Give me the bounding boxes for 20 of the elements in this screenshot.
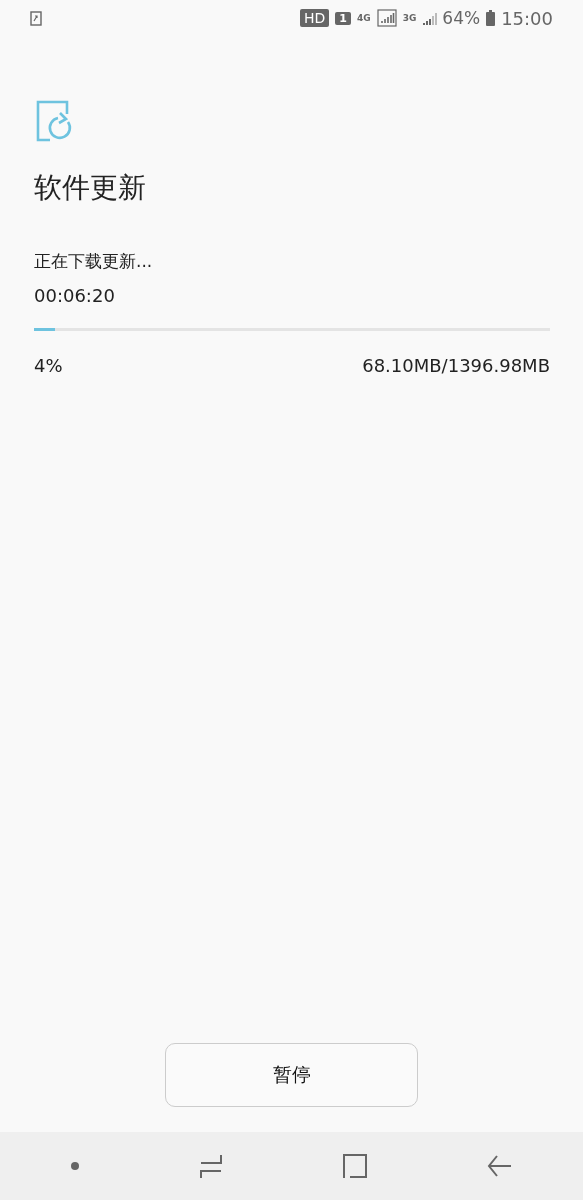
clock: 15:00	[501, 7, 553, 29]
signal-icon	[422, 10, 439, 26]
sim-badge: 1	[335, 11, 351, 25]
network-label: 4G	[357, 13, 371, 23]
home-icon[interactable]	[342, 1153, 369, 1179]
recent-apps-icon[interactable]	[198, 1153, 223, 1179]
screen-rotate-icon	[30, 10, 42, 26]
page-title: 软件更新	[34, 170, 147, 206]
download-size: 68.10MB/1396.98MB	[362, 355, 550, 376]
progress-percent: 4%	[34, 355, 63, 376]
back-icon[interactable]	[487, 1153, 514, 1179]
signal-icon	[376, 9, 397, 27]
dot-icon[interactable]	[69, 1161, 80, 1171]
battery-percent: 64%	[442, 8, 481, 28]
elapsed-time: 00:06:20	[34, 285, 116, 306]
pause-button[interactable]: 暂停	[165, 1043, 418, 1107]
download-status: 正在下载更新...	[34, 250, 154, 273]
battery-icon	[486, 10, 496, 26]
network-label: 3G	[402, 13, 417, 23]
hd-badge: HD	[300, 9, 330, 27]
